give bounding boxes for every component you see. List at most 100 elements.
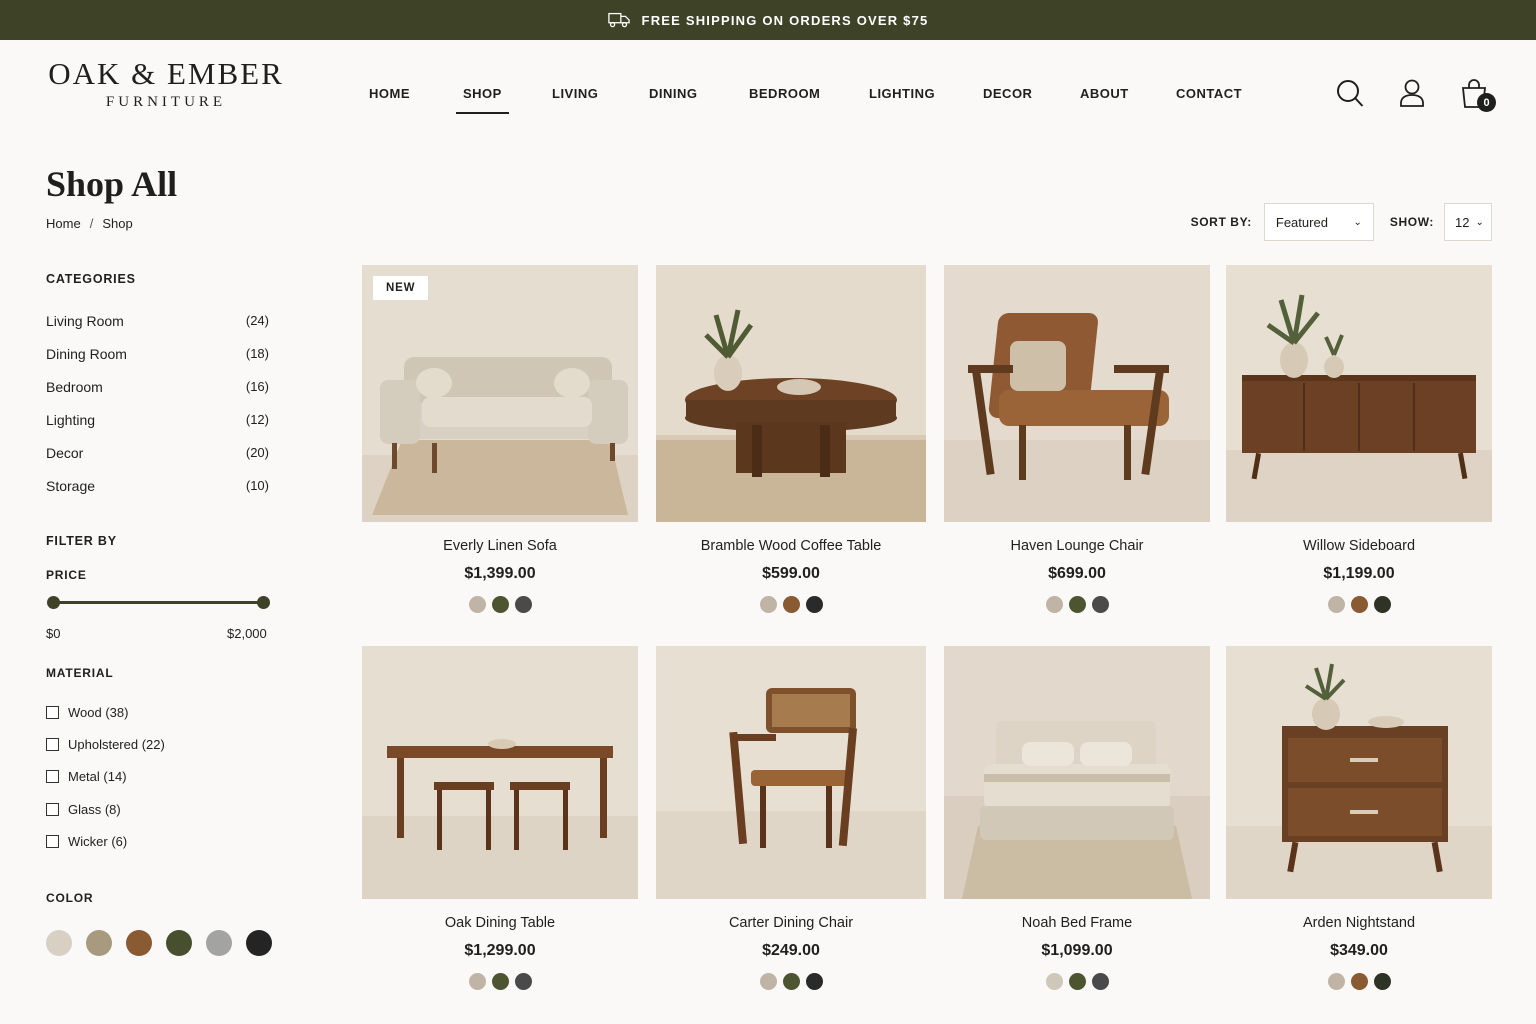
shopping-bag-icon[interactable]: 0 (1460, 78, 1496, 112)
color-swatch[interactable] (805, 973, 823, 990)
product-price: $699.00 (1048, 565, 1106, 582)
nav-item-contact[interactable]: CONTACT (1176, 86, 1242, 101)
sort-value: Featured (1275, 214, 1328, 230)
price-heading: PRICE (46, 568, 87, 582)
nav-item-about[interactable]: ABOUT (1080, 86, 1129, 101)
color-swatch[interactable] (1091, 596, 1109, 613)
color-swatch[interactable] (514, 973, 532, 990)
product-image[interactable] (656, 646, 926, 899)
product-card[interactable]: Noah Bed Frame $1,099.00 (944, 646, 1210, 990)
color-swatch[interactable] (468, 973, 486, 990)
nav-item-lighting[interactable]: LIGHTING (869, 86, 935, 101)
brand-logo[interactable]: OAK & EMBER FURNITURE (46, 58, 286, 111)
sort-toolbar: SORT BY: Featured ⌄ SHOW: 12 ⌄ (1191, 203, 1492, 241)
category-item-storage[interactable]: Storage (10) (46, 469, 272, 502)
product-image[interactable] (362, 646, 638, 899)
price-range-slider[interactable] (47, 596, 270, 609)
color-swatch[interactable] (491, 973, 509, 990)
color-swatch[interactable] (246, 930, 272, 956)
product-image[interactable]: NEW (362, 265, 638, 522)
checkbox[interactable] (46, 770, 59, 784)
category-name: Bedroom (46, 378, 103, 395)
category-item-decor[interactable]: Decor (20) (46, 436, 272, 469)
color-swatch[interactable] (1373, 596, 1391, 613)
category-count: (10) (245, 478, 269, 493)
product-name[interactable]: Haven Lounge Chair (944, 538, 1210, 554)
color-swatch[interactable] (126, 930, 152, 956)
color-swatch[interactable] (1327, 596, 1345, 613)
color-swatch[interactable] (759, 596, 777, 613)
category-item-lighting[interactable]: Lighting (12) (46, 403, 272, 436)
breadcrumb-home[interactable]: Home (46, 216, 81, 231)
category-item-bedroom[interactable]: Bedroom (16) (46, 370, 272, 403)
color-swatch[interactable] (1068, 973, 1086, 990)
color-swatch[interactable] (759, 973, 777, 990)
product-card[interactable]: Bramble Wood Coffee Table $599.00 (656, 265, 926, 613)
product-name[interactable]: Everly Linen Sofa (362, 538, 638, 554)
breadcrumb: Home / Shop (46, 216, 133, 231)
product-name[interactable]: Noah Bed Frame (944, 915, 1210, 931)
product-image[interactable] (944, 265, 1210, 522)
color-swatch[interactable] (1045, 596, 1063, 613)
product-name[interactable]: Oak Dining Table (362, 915, 638, 931)
nav-item-home[interactable]: HOME (369, 86, 410, 101)
nav-item-decor[interactable]: DECOR (983, 86, 1032, 101)
product-swatches (656, 973, 926, 990)
product-name[interactable]: Bramble Wood Coffee Table (656, 538, 926, 554)
nav-item-bedroom[interactable]: BEDROOM (749, 86, 820, 101)
material-option-wood[interactable]: Wood (38) (46, 696, 165, 728)
sort-select[interactable]: Featured ⌄ (1263, 203, 1374, 241)
search-icon[interactable] (1336, 78, 1364, 108)
price-min-handle[interactable] (47, 596, 60, 609)
color-swatch[interactable] (805, 596, 823, 613)
checkbox[interactable] (46, 802, 59, 816)
product-name[interactable]: Carter Dining Chair (656, 915, 926, 931)
product-card[interactable]: Carter Dining Chair $249.00 (656, 646, 926, 990)
checkbox[interactable] (46, 705, 59, 719)
product-card[interactable]: Arden Nightstand $349.00 (1226, 646, 1492, 990)
color-swatch[interactable] (206, 930, 232, 956)
checkbox[interactable] (46, 737, 59, 751)
color-swatch[interactable] (1045, 973, 1063, 990)
color-swatch[interactable] (1091, 973, 1109, 990)
color-swatch[interactable] (1327, 973, 1345, 990)
material-option-glass[interactable]: Glass (8) (46, 793, 165, 825)
material-option-upholstered[interactable]: Upholstered (22) (46, 728, 165, 760)
product-image[interactable] (656, 265, 926, 522)
product-card[interactable]: Oak Dining Table $1,299.00 (362, 646, 638, 990)
product-image[interactable] (944, 646, 1210, 899)
show-select[interactable]: 12 ⌄ (1444, 203, 1492, 241)
color-swatch[interactable] (468, 596, 486, 613)
color-swatch[interactable] (514, 596, 532, 613)
color-swatch[interactable] (782, 596, 800, 613)
price-max-handle[interactable] (257, 596, 270, 609)
product-image[interactable] (1226, 265, 1492, 522)
color-swatch[interactable] (1350, 973, 1368, 990)
category-name: Decor (46, 444, 84, 461)
color-swatch[interactable] (491, 596, 509, 613)
color-swatch[interactable] (46, 930, 72, 956)
category-item-dining-room[interactable]: Dining Room (18) (46, 337, 272, 370)
color-swatch[interactable] (1373, 973, 1391, 990)
product-name[interactable]: Willow Sideboard (1226, 538, 1492, 554)
category-count: (16) (245, 379, 269, 394)
product-image[interactable] (1226, 646, 1492, 899)
nav-item-dining[interactable]: DINING (649, 86, 698, 101)
nav-item-shop[interactable]: SHOP (456, 86, 509, 114)
color-swatch[interactable] (166, 930, 192, 956)
color-swatch[interactable] (1068, 596, 1086, 613)
material-option-wicker[interactable]: Wicker (6) (46, 825, 165, 857)
checkbox[interactable] (46, 834, 59, 848)
user-icon[interactable] (1398, 78, 1426, 108)
color-swatch[interactable] (782, 973, 800, 990)
product-card[interactable]: Haven Lounge Chair $699.00 (944, 265, 1210, 613)
nav-item-living[interactable]: LIVING (552, 86, 598, 101)
material-option-metal[interactable]: Metal (14) (46, 761, 165, 793)
product-name[interactable]: Arden Nightstand (1226, 915, 1492, 931)
color-swatch[interactable] (1350, 596, 1368, 613)
product-card[interactable]: Willow Sideboard $1,199.00 (1226, 265, 1492, 613)
color-swatch[interactable] (86, 930, 112, 956)
product-card[interactable]: NEW Everly Linen Sofa $1,399.00 (362, 265, 638, 613)
category-item-living-room[interactable]: Living Room (24) (46, 304, 272, 337)
material-heading: MATERIAL (46, 666, 114, 680)
